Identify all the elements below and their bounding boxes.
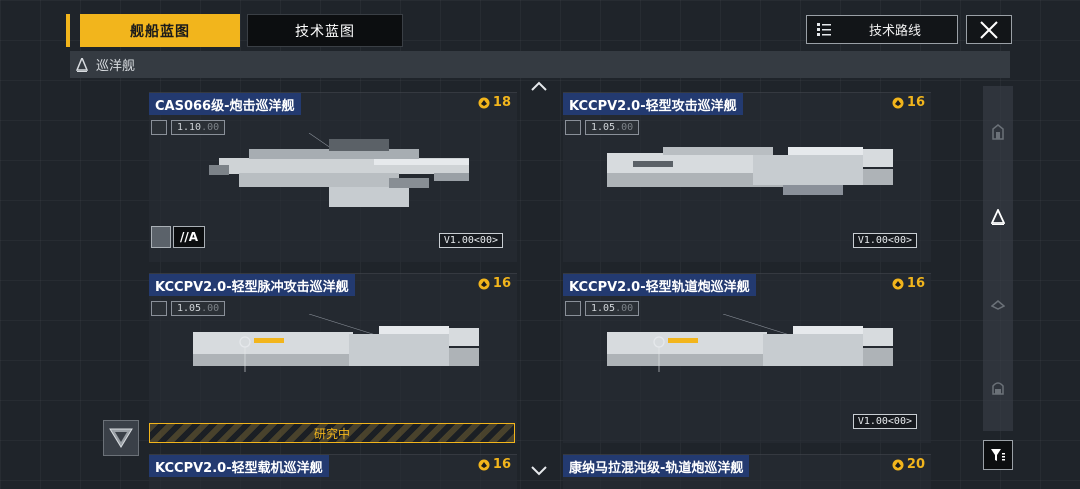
blueprint-grid-icon (151, 119, 167, 135)
blueprint-token-icon (478, 278, 490, 289)
cruiser-icon (76, 57, 88, 72)
blueprint-card[interactable]: KCCPV2.0-轻型载机巡洋舰 16 (149, 454, 517, 489)
ship-model-image (607, 314, 893, 372)
blueprint-token-icon (478, 459, 490, 470)
grade-badge: //A (151, 226, 205, 248)
blueprint-grid-icon (151, 300, 167, 316)
ship-model-image (607, 147, 893, 195)
blueprint-token-icon (892, 97, 904, 108)
card-cost: 16 (892, 276, 925, 291)
card-cost: 20 (892, 457, 925, 472)
card-cost: 16 (478, 457, 511, 472)
faction-emblem[interactable] (103, 420, 139, 456)
grade-label: //A (173, 226, 205, 248)
shield-emblem-icon (109, 428, 133, 448)
card-title: KCCPV2.0-轻型脉冲攻击巡洋舰 (149, 274, 355, 296)
category-bar: 巡洋舰 (70, 51, 1010, 78)
version-tag: V1.00<00> (852, 233, 917, 248)
blueprint-card[interactable]: KCCPV2.0-轻型攻击巡洋舰 16 1.05.00 V1.00<00> (563, 92, 931, 262)
blueprint-token-icon (892, 459, 904, 470)
blueprint-token-icon (478, 97, 490, 108)
rank-icon (151, 226, 171, 248)
blueprint-card[interactable]: CAS066级-炮击巡洋舰 18 1.10.00 V1.00<00> //A (149, 92, 517, 262)
card-cost-value: 16 (492, 276, 511, 291)
blueprint-grid-icon (565, 119, 581, 135)
card-cost-value: 16 (906, 95, 925, 110)
blueprint-token-icon (892, 278, 904, 289)
card-title: KCCPV2.0-轻型载机巡洋舰 (149, 455, 329, 477)
tech-route-button[interactable]: 技术路线 (806, 15, 958, 44)
scroll-up-icon[interactable] (531, 76, 547, 95)
card-title: CAS066级-炮击巡洋舰 (149, 93, 301, 115)
card-title: 康纳马拉混沌级-轨道炮巡洋舰 (563, 455, 750, 477)
blueprint-card[interactable]: 康纳马拉混沌级-轨道炮巡洋舰 20 (563, 454, 931, 489)
tab-ship-blueprint[interactable]: 舰船蓝图 (66, 14, 240, 47)
blueprint-grid-icon (565, 300, 581, 316)
tab-tech-blueprint[interactable]: 技术蓝图 (247, 14, 403, 47)
card-cost-value: 18 (492, 95, 511, 110)
filter-icon (991, 449, 1005, 461)
ship-model-image (209, 133, 469, 207)
card-cost: 16 (478, 276, 511, 291)
card-title: KCCPV2.0-轻型攻击巡洋舰 (563, 93, 743, 115)
tab-label: 舰船蓝图 (130, 23, 190, 40)
close-icon (980, 20, 998, 39)
blueprint-card[interactable]: KCCPV2.0-轻型脉冲攻击巡洋舰 16 1.05.00 研究中 (149, 273, 517, 443)
category-rail (983, 86, 1013, 431)
filter-button[interactable] (983, 440, 1013, 470)
card-cost-value: 20 (906, 457, 925, 472)
card-cost-value: 16 (492, 457, 511, 472)
research-status-bar: 研究中 (149, 423, 515, 443)
carrier-filter-icon[interactable] (991, 380, 1005, 396)
card-title: KCCPV2.0-轻型轨道炮巡洋舰 (563, 274, 756, 296)
blueprint-card[interactable]: KCCPV2.0-轻型轨道炮巡洋舰 16 1.05.00 V1.00<00> (563, 273, 931, 443)
tech-route-label: 技术路线 (869, 24, 922, 39)
version-tag: V1.00<00> (852, 414, 917, 429)
cruiser-filter-icon[interactable] (991, 209, 1005, 225)
close-button[interactable] (966, 15, 1012, 44)
card-cost: 18 (478, 95, 511, 110)
card-cost: 16 (892, 95, 925, 110)
frigate-filter-icon[interactable] (991, 296, 1005, 312)
scroll-down-icon[interactable] (531, 461, 547, 480)
station-icon[interactable] (991, 124, 1005, 140)
card-cost-value: 16 (906, 276, 925, 291)
tech-tree-icon (817, 22, 831, 36)
ship-model-image (193, 314, 479, 372)
tab-label: 技术蓝图 (295, 23, 355, 40)
category-label: 巡洋舰 (96, 59, 136, 74)
version-tag: V1.00<00> (438, 233, 503, 248)
